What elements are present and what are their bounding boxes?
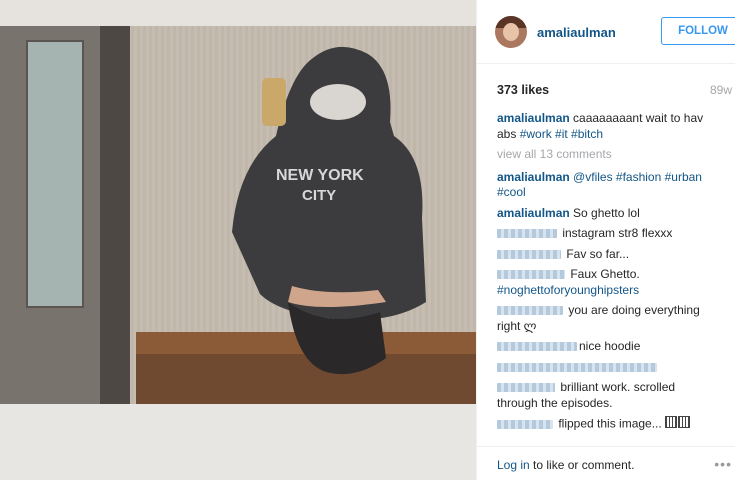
comment-user[interactable]: amaliaulman bbox=[497, 206, 570, 220]
comment-text: nice hoodie bbox=[579, 339, 641, 353]
caption: amaliaulman caaaaaaaant wait to hav abs … bbox=[497, 111, 712, 142]
redacted-comment bbox=[497, 362, 657, 372]
follow-button[interactable]: FOLLOW bbox=[661, 17, 735, 45]
redacted-username bbox=[497, 306, 563, 316]
redacted-username bbox=[497, 342, 577, 352]
photo-bottom-band bbox=[0, 404, 476, 480]
redacted-username bbox=[497, 229, 557, 239]
comment-item: you are doing everything right ლ bbox=[497, 303, 712, 334]
comment-hashtags[interactable]: #work #it #bitch bbox=[520, 127, 603, 141]
comment-item: brilliant work. scrolled through the epi… bbox=[497, 380, 712, 411]
comment-item bbox=[497, 360, 712, 376]
avatar-face bbox=[503, 23, 519, 41]
username-link[interactable]: amaliaulman bbox=[537, 25, 616, 40]
avatar[interactable] bbox=[495, 16, 527, 48]
comment-item: amaliaulman @vfiles #fashion #urban #coo… bbox=[497, 170, 712, 201]
person-silhouette: NEW YORK CITY bbox=[232, 46, 426, 375]
comment-item: amaliaulman So ghetto lol bbox=[497, 206, 712, 222]
post-age[interactable]: 89w bbox=[710, 83, 732, 97]
comment-text: So ghetto lol bbox=[569, 205, 640, 220]
comment-item: Faux Ghetto. #noghettoforyounghipsters bbox=[497, 267, 712, 298]
door-glass bbox=[26, 40, 84, 308]
door-edge bbox=[100, 26, 130, 404]
comment-hashtags[interactable]: #noghettoforyounghipsters bbox=[497, 283, 639, 297]
likes-count[interactable]: 373 likes bbox=[497, 83, 549, 97]
mirror-scene: NEW YORK CITY bbox=[0, 26, 476, 404]
instagram-post: NEW YORK CITY amaliaulman FOLLOW 373 lik… bbox=[0, 0, 735, 480]
comment-text: instagram str8 flexxx bbox=[559, 226, 673, 240]
comment-user[interactable]: amaliaulman bbox=[497, 111, 570, 125]
login-suffix: to like or comment. bbox=[529, 458, 635, 472]
post-sidebar: amaliaulman FOLLOW 373 likes 89w amaliau… bbox=[476, 0, 735, 480]
redacted-username bbox=[497, 419, 553, 429]
comment-list: amaliaulman caaaaaaaant wait to hav abs … bbox=[497, 111, 712, 438]
comment-user[interactable]: amaliaulman bbox=[497, 170, 570, 184]
post-footer: Log in to like or comment. ••• bbox=[477, 446, 735, 481]
post-photo[interactable]: NEW YORK CITY bbox=[0, 0, 476, 480]
comment-text: Fav so far... bbox=[563, 246, 630, 261]
post-meta: 373 likes 89w bbox=[477, 63, 735, 107]
post-header: amaliaulman FOLLOW bbox=[477, 0, 735, 64]
comment-item: nice hoodie bbox=[497, 339, 712, 355]
comment-text: Faux Ghetto. bbox=[567, 267, 640, 281]
redacted-username bbox=[497, 383, 555, 393]
redacted-username bbox=[497, 270, 565, 280]
redacted-username bbox=[497, 249, 561, 259]
login-prompt: Log in to like or comment. bbox=[497, 458, 634, 472]
comment-item: flipped this image... bbox=[497, 416, 712, 433]
comment-text: flipped this image... bbox=[555, 416, 666, 431]
more-options-icon[interactable]: ••• bbox=[714, 456, 732, 472]
sweatshirt-print: NEW YORK bbox=[276, 167, 364, 184]
comment-item: instagram str8 flexxx bbox=[497, 226, 712, 242]
comment-item: Fav so far... bbox=[497, 247, 712, 263]
login-link[interactable]: Log in bbox=[497, 458, 530, 472]
sweatshirt-print-2: CITY bbox=[302, 187, 336, 204]
emoji-icon bbox=[665, 416, 691, 433]
view-all-comments-link[interactable]: view all 13 comments bbox=[497, 147, 712, 163]
